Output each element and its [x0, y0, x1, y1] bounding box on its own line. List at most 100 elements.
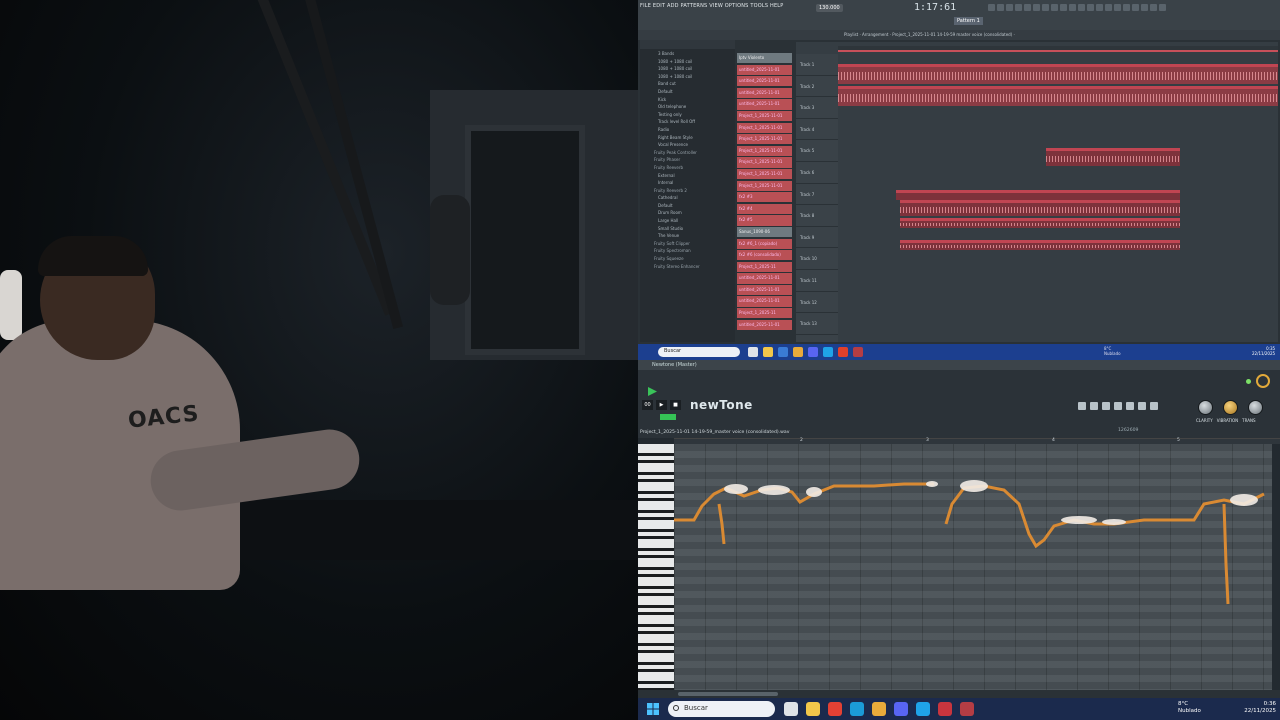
tool-icon[interactable]	[1087, 4, 1094, 11]
channel-button[interactable]: untitled_2025-11-01	[737, 284, 792, 296]
tool-icon[interactable]	[1126, 402, 1134, 410]
audio-clip[interactable]	[900, 240, 1180, 250]
channel-button[interactable]: untitled_2025-11-01	[737, 87, 792, 99]
piano-keyboard[interactable]	[638, 444, 674, 690]
stop-button[interactable]: ■	[670, 400, 681, 410]
track-header[interactable]: Track 13	[796, 313, 838, 335]
tool-icon[interactable]	[1105, 4, 1112, 11]
tool-icon[interactable]	[1006, 4, 1013, 11]
tool-icon[interactable]	[997, 4, 1004, 11]
note-blob[interactable]	[1230, 494, 1258, 506]
pitch-segment[interactable]	[1222, 503, 1230, 605]
browser-item[interactable]: Right Beam Style	[644, 135, 731, 143]
taskbar-clock[interactable]: 0:35 22/11/2025	[1252, 346, 1275, 356]
tool-icon[interactable]	[1114, 4, 1121, 11]
audio-clip[interactable]	[900, 200, 1180, 216]
browser-item[interactable]: Kick	[644, 97, 731, 105]
vibration-knob[interactable]	[1223, 400, 1238, 415]
cut-icon[interactable]	[1090, 402, 1098, 410]
browser-item[interactable]: External	[644, 173, 731, 181]
pitch-segment[interactable]	[717, 503, 726, 545]
tool-icon[interactable]	[1015, 4, 1022, 11]
channel-button[interactable]: untitled_2025-11-01	[737, 273, 792, 284]
pitch-segment[interactable]	[944, 484, 1265, 549]
trans-knob[interactable]	[1248, 400, 1263, 415]
chrome-icon[interactable]	[838, 347, 848, 357]
tool-icon[interactable]	[1060, 4, 1067, 11]
track-header[interactable]: Track 5	[796, 140, 838, 162]
pitch-segment[interactable]	[674, 482, 934, 522]
pattern-selector[interactable]: Pattern 1	[954, 17, 983, 25]
edge-icon[interactable]	[916, 702, 930, 716]
browser-item[interactable]: Fruity Reeverb	[644, 165, 731, 173]
tool-icon[interactable]	[1051, 4, 1058, 11]
channel-button[interactable]: Project_1_2025-11	[737, 308, 792, 319]
taskbar-clock[interactable]: 0:36 22/11/2025	[1242, 701, 1276, 715]
track-header[interactable]: Track 6	[796, 162, 838, 184]
channel-button[interactable]: fx2 #6 (consolidado)	[737, 250, 792, 261]
track-header[interactable]: Track 10	[796, 248, 838, 270]
fl-studio-icon[interactable]	[793, 347, 803, 357]
tool-icon[interactable]	[1069, 4, 1076, 11]
file-explorer-icon[interactable]	[806, 702, 820, 716]
app-icon[interactable]	[960, 702, 974, 716]
browser-item[interactable]: 3 Bands	[644, 51, 731, 59]
channel-button[interactable]: fx2 #5	[737, 215, 792, 226]
browser-item[interactable]: Band cut	[644, 81, 731, 89]
edge-icon[interactable]	[823, 347, 833, 357]
browser-item[interactable]: Radio	[644, 127, 731, 135]
tool-icon[interactable]	[1078, 4, 1085, 11]
channel-button[interactable]: Project_1_2025-11-01	[737, 168, 792, 180]
playlist-ruler[interactable]	[838, 46, 1278, 52]
browser-item[interactable]: Internal	[644, 180, 731, 188]
taskbar-search-box[interactable]: Buscar	[668, 701, 775, 717]
tool-icon[interactable]	[1141, 4, 1148, 11]
browser-item[interactable]: Small Studio	[644, 226, 731, 234]
browser-item[interactable]: Old telephone	[644, 104, 731, 112]
channel-button[interactable]: Iptv Violento	[737, 53, 792, 64]
settings-icon[interactable]	[1102, 402, 1110, 410]
channel-button[interactable]: Project_1_2025-11-01	[737, 110, 792, 122]
tool-icon[interactable]	[1042, 4, 1049, 11]
browser-item[interactable]: Fruity Reeverb 2	[644, 188, 731, 196]
horizontal-scrollbar[interactable]	[638, 690, 1280, 698]
channel-button[interactable]: Project_1_2025-11-01	[737, 157, 792, 168]
channel-button[interactable]: Sanus_1090-06	[737, 226, 792, 238]
browser-item[interactable]: Fruity Stereo Enhancer	[644, 264, 731, 272]
app-icon[interactable]	[853, 347, 863, 357]
browser-item[interactable]: Testing only	[644, 112, 731, 120]
audio-clip[interactable]	[1046, 148, 1180, 166]
track-header[interactable]: Track 4	[796, 119, 838, 141]
browser-item[interactable]: Default	[644, 203, 731, 211]
note-blob[interactable]	[1061, 516, 1097, 524]
tool-icon[interactable]	[1123, 4, 1130, 11]
store-icon[interactable]	[778, 347, 788, 357]
browser-item[interactable]: Fruity Squeeze	[644, 256, 731, 264]
audio-clip[interactable]	[838, 64, 1278, 84]
tool-icon[interactable]	[1150, 4, 1157, 11]
browser-item[interactable]: Fruity Phaser	[644, 157, 731, 165]
browser-item[interactable]: Track level Roll Off	[644, 119, 731, 127]
play-arrow-icon[interactable]	[648, 387, 657, 396]
loop-button[interactable]: 00	[642, 400, 653, 410]
steam-icon[interactable]	[850, 702, 864, 716]
fl-main-menu[interactable]: FILE EDIT ADD PATTERNS VIEW OPTIONS TOOL…	[640, 3, 784, 9]
channel-button[interactable]: untitled_2025-11-01	[737, 319, 792, 330]
tool-icon[interactable]	[1138, 402, 1146, 410]
track-header[interactable]: Track 9	[796, 227, 838, 249]
tempo-display[interactable]: 130.000	[816, 4, 843, 12]
file-explorer-icon[interactable]	[763, 347, 773, 357]
channel-button[interactable]: untitled_2025-11-01	[737, 99, 792, 110]
channel-button[interactable]: Project_1_2025-11-01	[737, 122, 792, 133]
channel-button[interactable]: Project_1_2025-11-01	[737, 180, 792, 191]
weather-widget[interactable]: 8°C Nublado	[1178, 701, 1201, 715]
channel-button[interactable]: untitled_2025-11-01	[737, 64, 792, 75]
note-blob[interactable]	[1102, 519, 1126, 525]
channel-button[interactable]: untitled_2025-11-01	[737, 296, 792, 307]
discord-icon[interactable]	[808, 347, 818, 357]
channel-button[interactable]: fx2 #3	[737, 192, 792, 203]
track-header[interactable]: Track 1	[796, 54, 838, 76]
discord-icon[interactable]	[894, 702, 908, 716]
track-header[interactable]: Track 12	[796, 292, 838, 314]
browser-item[interactable]: Fruity Soft Clipper	[644, 241, 731, 249]
